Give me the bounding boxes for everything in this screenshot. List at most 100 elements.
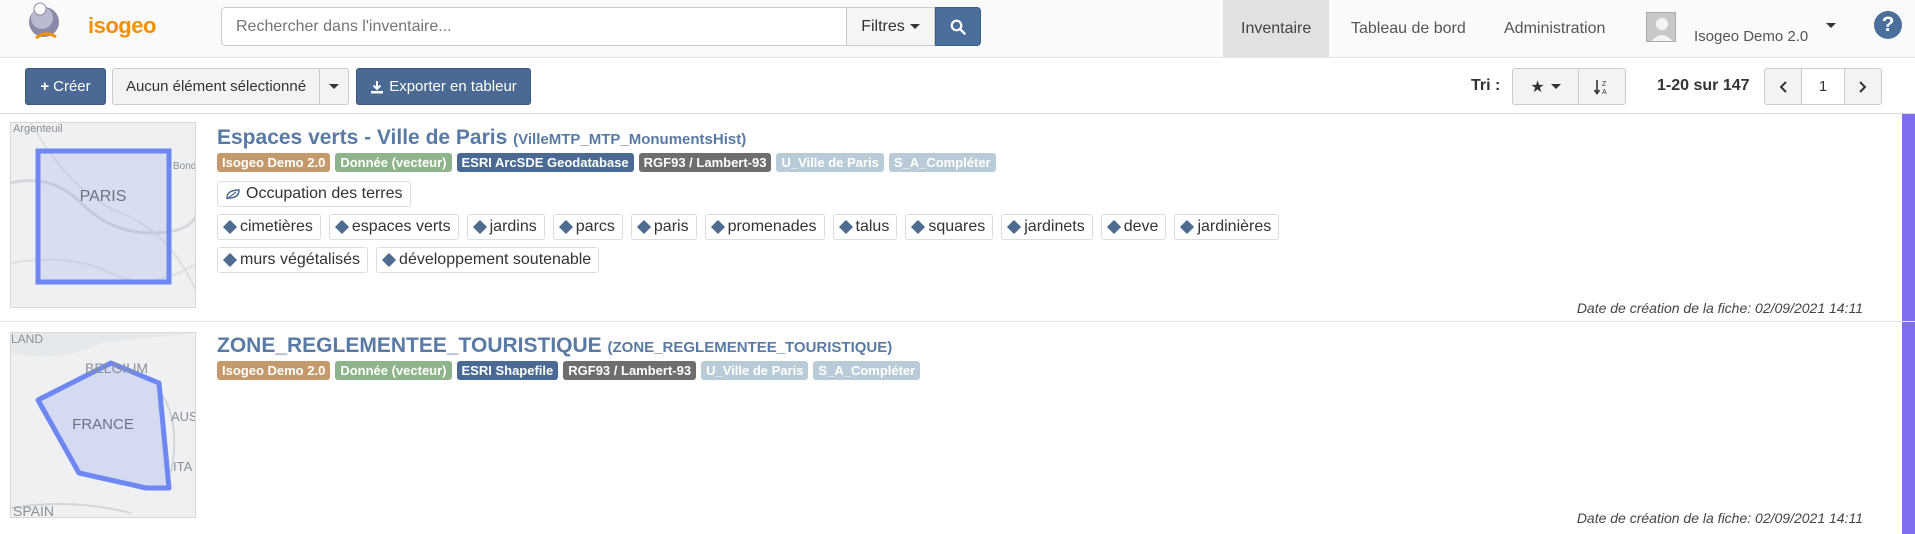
selection-button[interactable]: Aucun élément sélectionné bbox=[112, 68, 320, 105]
keyword-tag[interactable]: jardinets bbox=[1001, 214, 1093, 240]
keyword-tag[interactable]: paris bbox=[630, 214, 697, 240]
keyword-label: deve bbox=[1123, 218, 1159, 235]
map-thumbnail[interactable]: LAND BELGIUM FRANCE AUS ITA SPAIN bbox=[10, 332, 196, 518]
tag-icon bbox=[1106, 219, 1121, 235]
search-icon bbox=[950, 19, 966, 35]
keyword-label: espaces verts bbox=[351, 218, 451, 235]
keyword-tag[interactable]: développement soutenable bbox=[376, 247, 600, 273]
keyword-tag[interactable]: squares bbox=[905, 214, 994, 240]
keyword-label: squares bbox=[928, 218, 986, 235]
badge-tag: U_Ville de Paris bbox=[701, 361, 809, 380]
keyword-tag[interactable]: jardinières bbox=[1174, 214, 1280, 240]
keyword-tag[interactable]: talus bbox=[832, 214, 898, 240]
result-subtitle: (ZONE_REGLEMENTEE_TOURISTIQUE) bbox=[607, 339, 893, 356]
keyword-tag[interactable]: cimetières bbox=[217, 214, 321, 240]
pagination-text: 1-20 sur 147 bbox=[1657, 77, 1750, 94]
tag-icon bbox=[911, 219, 926, 235]
tag-icon bbox=[334, 219, 349, 235]
next-page-button[interactable] bbox=[1844, 68, 1882, 105]
keyword-label: talus bbox=[855, 218, 890, 235]
map-preview: LAND BELGIUM FRANCE AUS ITA SPAIN bbox=[11, 333, 195, 518]
tab-inventaire[interactable]: Inventaire bbox=[1223, 0, 1330, 57]
result-title-text: Espaces verts - Ville de Paris bbox=[217, 126, 508, 149]
map-label: FRANCE bbox=[72, 416, 134, 433]
keyword-tag[interactable]: jardins bbox=[466, 214, 545, 240]
keyword-tag[interactable]: parcs bbox=[552, 214, 623, 240]
map-label: ITA bbox=[173, 459, 193, 474]
user-menu-caret-icon[interactable] bbox=[1826, 23, 1836, 28]
toolbar: + Créer Aucun élément sélectionné Export… bbox=[0, 58, 1915, 114]
svg-text:A: A bbox=[1602, 89, 1607, 96]
keyword-label: jardinets bbox=[1024, 218, 1085, 235]
sort-favorites-button[interactable]: ★ bbox=[1512, 68, 1579, 105]
map-label: LAND bbox=[11, 333, 43, 346]
badge-owner: Isogeo Demo 2.0 bbox=[217, 361, 331, 380]
selection-marker bbox=[1902, 322, 1915, 534]
tab-tableau-de-bord[interactable]: Tableau de bord bbox=[1333, 0, 1484, 57]
result-title[interactable]: Espaces verts - Ville de Paris (VilleMTP… bbox=[217, 126, 746, 150]
result-title-text: ZONE_REGLEMENTEE_TOURISTIQUE bbox=[217, 334, 602, 357]
create-button[interactable]: + Créer bbox=[25, 68, 106, 105]
keyword-label: cimetières bbox=[240, 218, 313, 235]
tag-icon bbox=[381, 252, 397, 268]
avatar[interactable] bbox=[1646, 12, 1676, 42]
map-label: BELGIUM bbox=[85, 360, 148, 376]
map-label: Bondy bbox=[173, 161, 196, 172]
search-button[interactable] bbox=[935, 7, 981, 46]
map-label: SPAIN bbox=[13, 503, 54, 518]
logo-text: isogeo bbox=[88, 13, 156, 38]
keyword-tag[interactable]: promenades bbox=[704, 214, 825, 240]
tag-icon bbox=[1007, 219, 1022, 235]
top-navbar: isogeo Filtres Inventaire Tableau de bor… bbox=[0, 0, 1915, 58]
badge-type: Donnée (vecteur) bbox=[335, 153, 452, 172]
badge-type: Donnée (vecteur) bbox=[335, 361, 452, 380]
theme-label: Occupation des terres bbox=[246, 185, 403, 202]
badge-row: Isogeo Demo 2.0 Donnée (vecteur) ESRI Ar… bbox=[217, 153, 996, 172]
tag-icon bbox=[472, 219, 487, 235]
export-label: Exporter en tableur bbox=[389, 78, 517, 95]
tag-icon bbox=[636, 219, 651, 235]
sort-label: Tri : bbox=[1471, 77, 1501, 94]
result-title[interactable]: ZONE_REGLEMENTEE_TOURISTIQUE (ZONE_REGLE… bbox=[217, 334, 892, 358]
keyword-label: parcs bbox=[575, 218, 615, 235]
svg-text:Z: Z bbox=[1602, 81, 1607, 88]
isogeo-logo[interactable]: isogeo bbox=[28, 0, 156, 54]
user-name[interactable]: Isogeo Demo 2.0 bbox=[1694, 28, 1808, 45]
keyword-row: murs végétalisés développement soutenabl… bbox=[217, 247, 600, 273]
keyword-tag[interactable]: espaces verts bbox=[328, 214, 459, 240]
help-icon[interactable]: ? bbox=[1874, 11, 1902, 39]
result-item[interactable]: LAND BELGIUM FRANCE AUS ITA SPAIN ZONE_R… bbox=[0, 322, 1915, 534]
filters-dropdown-button[interactable]: Filtres bbox=[846, 7, 935, 46]
leaf-icon bbox=[226, 189, 240, 200]
map-thumbnail[interactable]: PARIS Argenteuil Bondy bbox=[10, 122, 196, 308]
theme-tag[interactable]: Occupation des terres bbox=[217, 181, 411, 207]
map-preview: PARIS Argenteuil Bondy bbox=[11, 123, 196, 307]
badge-tag: S_A_Compléter bbox=[813, 361, 921, 380]
tag-icon bbox=[710, 219, 725, 235]
sort-alpha-button[interactable]: Z A bbox=[1578, 68, 1626, 105]
chevron-down-icon bbox=[909, 24, 920, 29]
badge-tag: S_A_Compléter bbox=[888, 153, 996, 172]
sort-alpha-icon: Z A bbox=[1593, 79, 1607, 96]
keyword-tag[interactable]: murs végétalisés bbox=[217, 247, 369, 273]
badge-format: ESRI Shapefile bbox=[456, 361, 559, 380]
export-button[interactable]: Exporter en tableur bbox=[356, 68, 531, 105]
prev-page-button[interactable] bbox=[1764, 68, 1802, 105]
result-subtitle: (VilleMTP_MTP_MonumentsHist) bbox=[513, 131, 747, 148]
keyword-label: paris bbox=[653, 218, 689, 235]
tag-icon bbox=[1180, 219, 1195, 235]
page-number-input[interactable]: 1 bbox=[1801, 68, 1845, 105]
creation-date: Date de création de la fiche: 02/09/2021… bbox=[1576, 300, 1863, 316]
result-item[interactable]: PARIS Argenteuil Bondy Espaces verts - V… bbox=[0, 114, 1915, 322]
selection-dropdown-button[interactable] bbox=[319, 68, 349, 105]
chevron-down-icon bbox=[1550, 84, 1561, 89]
keyword-row: cimetières espaces verts jardins parcs p… bbox=[217, 214, 1280, 240]
tab-label: Inventaire bbox=[1241, 19, 1312, 37]
create-label: Créer bbox=[53, 78, 91, 95]
tab-administration[interactable]: Administration bbox=[1486, 0, 1623, 57]
search-input[interactable] bbox=[221, 7, 846, 46]
star-icon: ★ bbox=[1530, 78, 1545, 96]
keyword-tag[interactable]: deve bbox=[1100, 214, 1167, 240]
user-icon bbox=[1651, 18, 1673, 41]
selection-label: Aucun élément sélectionné bbox=[125, 78, 307, 95]
